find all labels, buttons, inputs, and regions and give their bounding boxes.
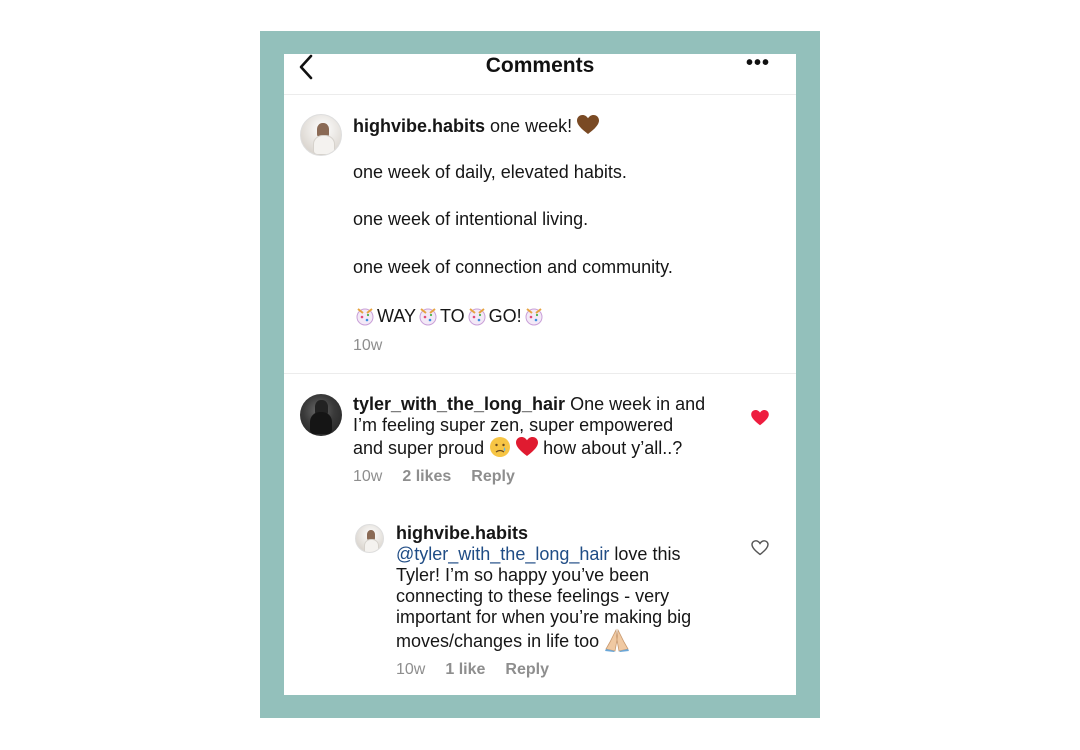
- brown-heart-icon: [577, 115, 600, 134]
- red-heart-icon: [516, 437, 539, 456]
- comments-screen: Comments ••• highvibe.habits one week! o…: [284, 54, 796, 695]
- comment-like-button[interactable]: [751, 410, 769, 426]
- reply-text: highvibe.habits @tyler_with_the_long_hai…: [396, 523, 756, 652]
- avatar-figure: [364, 539, 379, 552]
- comment-line: how about y’all..?: [543, 438, 683, 458]
- avatar[interactable]: [300, 394, 342, 436]
- confetti-ball-icon: [525, 308, 543, 326]
- reply-line: moves/changes in life too: [396, 631, 600, 651]
- confetti-ball-icon: [468, 308, 486, 326]
- confetti-ball-icon: [356, 308, 374, 326]
- reply-meta: 10w 1 like Reply: [396, 660, 569, 680]
- reply-reply-button[interactable]: Reply: [505, 661, 549, 678]
- reply-line: connecting to these feelings - very: [396, 586, 670, 606]
- folded-hands-icon: [605, 628, 630, 652]
- comment-line: I’m feeling super zen, super empowered: [353, 415, 674, 435]
- divider: [284, 373, 796, 374]
- comment-line: One week in and: [570, 394, 706, 414]
- avatar[interactable]: [355, 524, 384, 553]
- post-caption-first-line: highvibe.habits one week!: [353, 115, 773, 137]
- avatar-figure: [310, 412, 332, 434]
- confetti-ball-icon: [419, 308, 437, 326]
- celebration-line: WAY TO GO!: [353, 304, 546, 327]
- post-line: one week of daily, elevated habits.: [353, 162, 627, 182]
- filled-heart-icon: [751, 410, 769, 426]
- post-line: one week of connection and community.: [353, 257, 673, 277]
- reply-line: Tyler! I’m so happy you’ve been: [396, 565, 650, 585]
- celebration-word: WAY: [377, 306, 416, 326]
- header-bar: Comments •••: [284, 54, 796, 95]
- comment-meta: 10w 2 likes Reply: [353, 467, 535, 487]
- avatar[interactable]: [300, 114, 342, 156]
- post-username[interactable]: highvibe.habits: [353, 116, 485, 136]
- page-title: Comments: [485, 54, 595, 77]
- teal-frame: Comments ••• highvibe.habits one week! o…: [260, 31, 820, 718]
- comment-likes[interactable]: 2 likes: [402, 468, 451, 485]
- comment-username[interactable]: tyler_with_the_long_hair: [353, 394, 565, 414]
- post-line: one week of intentional living.: [353, 209, 589, 229]
- more-options-button[interactable]: •••: [744, 54, 772, 78]
- post-first-line: one week!: [490, 116, 573, 136]
- reply-line: important for when you’re making big: [396, 607, 692, 627]
- comment-timestamp: 10w: [353, 468, 383, 485]
- reply-timestamp: 10w: [396, 661, 426, 678]
- reply-like-button[interactable]: [751, 540, 769, 556]
- post-timestamp: 10w: [353, 337, 383, 354]
- crying-face-icon: [490, 437, 511, 457]
- celebration-word: TO: [440, 306, 465, 326]
- outline-heart-icon: [751, 540, 769, 556]
- avatar-figure: [313, 135, 335, 155]
- comment-text: tyler_with_the_long_hair One week in and…: [353, 394, 753, 459]
- comment-reply-button[interactable]: Reply: [471, 468, 515, 485]
- reply-username[interactable]: highvibe.habits: [396, 523, 528, 543]
- celebration-word: GO!: [488, 306, 522, 326]
- comment-line: and super proud: [353, 438, 485, 458]
- reply-likes[interactable]: 1 like: [445, 661, 485, 678]
- reply-line: love this: [614, 544, 681, 564]
- reply-mention-link[interactable]: @tyler_with_the_long_hair: [396, 544, 609, 564]
